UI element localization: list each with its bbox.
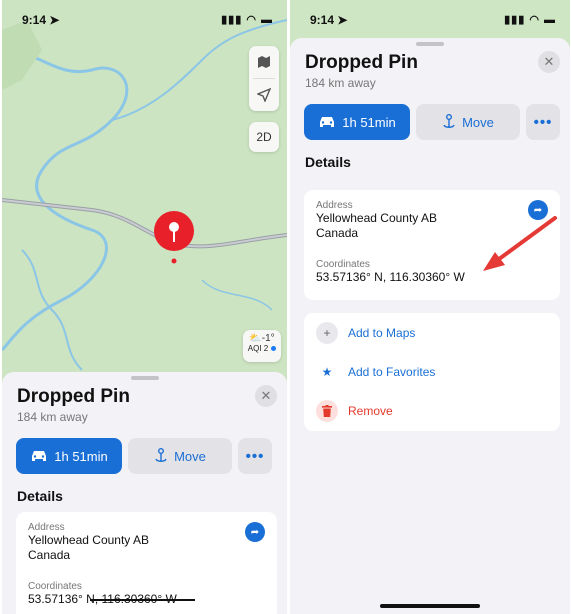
place-sheet: Dropped Pin 184 km away ✕ 1h 51min Move … (290, 38, 570, 614)
address-label: Address (28, 522, 65, 533)
remove-label: Remove (348, 403, 393, 418)
plus-icon: + (316, 321, 338, 344)
move-pin-icon (154, 448, 168, 464)
status-bar: 9:14 ➤ ▮▮▮ ◠ ▬ (290, 0, 570, 36)
status-time: 9:14 ➤ (22, 13, 60, 27)
move-label: Move (462, 114, 494, 130)
more-button[interactable]: ••• (238, 438, 272, 474)
strikethrough-mark (90, 599, 195, 601)
add-to-maps-item[interactable]: + Add to Maps (304, 313, 560, 352)
move-button[interactable]: Move (128, 438, 232, 474)
address-line1: Yellowhead County AB (28, 533, 149, 547)
close-icon[interactable]: ✕ (255, 385, 277, 407)
place-distance: 184 km away (305, 76, 376, 90)
status-time: 9:14 ➤ (310, 13, 348, 27)
move-button[interactable]: Move (416, 104, 520, 140)
add-to-favorites-label: Add to Favorites (348, 364, 436, 379)
actions-list-card: + Add to Maps ★ Add to Favorites Remove (304, 313, 560, 431)
screenshot-right: 9:14 ➤ ▮▮▮ ◠ ▬ Dropped Pin 184 km away ✕… (290, 0, 570, 614)
dropped-pin-icon[interactable] (152, 211, 196, 267)
coordinates-value[interactable]: 53.57136° N, 116.30360° W (28, 592, 265, 607)
move-label: Move (174, 448, 206, 464)
annotation-arrow (483, 216, 557, 271)
directions-button[interactable]: 1h 51min (16, 438, 122, 474)
add-to-maps-label: Add to Maps (348, 325, 416, 340)
directions-label: 1h 51min (342, 114, 396, 130)
car-icon (318, 116, 336, 128)
place-title: Dropped Pin (17, 386, 130, 407)
coordinates-label: Coordinates (28, 581, 82, 592)
screenshot-left: 9:14 ➤ ▮▮▮ ◠ ▬ 2D ⛅-1° AQI 2 Dropped Pin… (2, 0, 287, 614)
action-row: 1h 51min Move ••• (16, 438, 277, 474)
status-icons: ▮▮▮ ◠ ▬ (221, 14, 273, 26)
place-title: Dropped Pin (305, 52, 418, 73)
star-icon: ★ (321, 364, 333, 379)
action-row: 1h 51min Move ••• (304, 104, 560, 140)
location-arrow-icon[interactable] (249, 79, 279, 111)
directions-button[interactable]: 1h 51min (304, 104, 410, 140)
sheet-grabber[interactable] (416, 42, 444, 46)
weather-widget[interactable]: ⛅-1° AQI 2 (243, 330, 281, 362)
map-view[interactable]: 9:14 ➤ ▮▮▮ ◠ ▬ 2D ⛅-1° AQI 2 (2, 0, 287, 400)
car-icon (30, 450, 48, 462)
weather-aqi: AQI 2 (243, 344, 281, 353)
place-distance: 184 km away (17, 410, 88, 424)
home-indicator[interactable] (380, 604, 480, 608)
details-heading: Details (17, 488, 63, 504)
add-to-favorites-item[interactable]: ★ Add to Favorites (304, 352, 560, 391)
directions-label: 1h 51min (54, 448, 108, 464)
map-icon[interactable] (249, 46, 279, 78)
details-card: Address Yellowhead County AB Canada ➦ Co… (16, 512, 277, 614)
place-sheet: Dropped Pin 184 km away ✕ 1h 51min Move … (2, 372, 287, 614)
move-pin-icon (442, 114, 456, 130)
remove-item[interactable]: Remove (304, 391, 560, 430)
close-icon[interactable]: ✕ (538, 51, 560, 73)
share-icon[interactable]: ➦ (245, 522, 265, 542)
more-button[interactable]: ••• (526, 104, 560, 140)
status-icons: ▮▮▮ ◠ ▬ (504, 14, 556, 26)
details-heading: Details (305, 154, 351, 170)
2d-toggle-button[interactable]: 2D (249, 122, 279, 152)
weather-temp: ⛅-1° (249, 333, 275, 344)
trash-icon (316, 399, 338, 422)
sheet-grabber[interactable] (130, 376, 159, 380)
status-bar: 9:14 ➤ ▮▮▮ ◠ ▬ (2, 0, 287, 36)
address-line2: Canada (28, 548, 71, 562)
map-controls (249, 46, 279, 111)
